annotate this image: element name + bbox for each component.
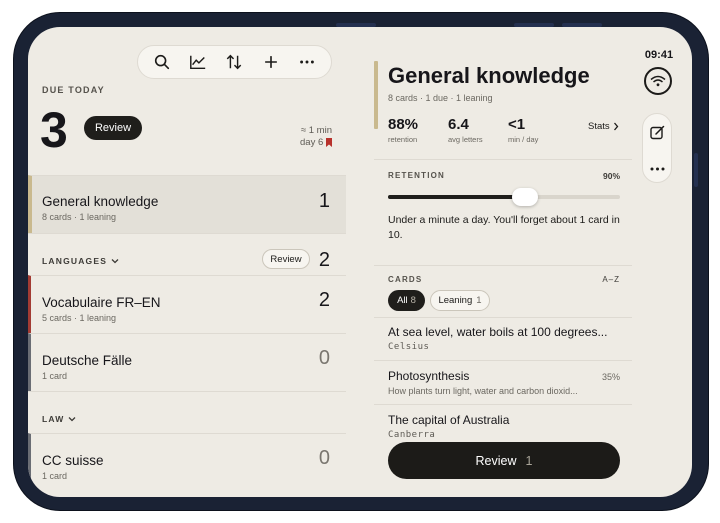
filter-label: All: [397, 295, 408, 306]
divider: [374, 265, 632, 266]
app-screen: DUE TODAY 3 Review ≈ 1 min day 6 General…: [28, 27, 692, 497]
divider: [374, 360, 632, 361]
chevron-down-icon: [111, 259, 119, 264]
deck-title: Deutsche Fälle: [42, 353, 133, 368]
start-review-button[interactable]: Review 1: [388, 442, 620, 479]
retention-value: 90%: [602, 171, 620, 181]
bookmark-icon: [326, 138, 333, 147]
detail-title: General knowledge: [388, 63, 590, 88]
streak-day: day 6: [300, 137, 333, 148]
languages-review-button[interactable]: Review: [262, 249, 310, 269]
plus-icon[interactable]: [260, 51, 282, 73]
filter-leaning[interactable]: Leaning 1: [430, 290, 490, 311]
deck-subtitle: 1 card: [42, 471, 68, 481]
deck-row-general-knowledge[interactable]: General knowledge 8 cards · 1 leaning 1: [28, 175, 346, 233]
filter-count: 1: [476, 295, 482, 306]
more-icon[interactable]: [650, 159, 665, 177]
stat-label: avg letters: [448, 135, 483, 144]
section-languages-text: LANGUAGES: [42, 256, 108, 266]
retention-label: RETENTION: [388, 171, 446, 180]
divider: [374, 317, 632, 318]
deck-due-count: 1: [318, 190, 330, 212]
cards-label: CARDS: [388, 275, 423, 284]
stat-value: <1: [508, 116, 526, 133]
device-button: [694, 153, 698, 187]
card-leaning-pct: 35%: [601, 372, 620, 382]
chevron-right-icon: [613, 122, 619, 131]
deck-title: General knowledge: [42, 194, 159, 209]
stats-link[interactable]: Stats: [588, 121, 619, 132]
detail-meta: 8 cards · 1 due · 1 leaning: [388, 93, 493, 103]
retention-slider-fill: [388, 195, 525, 199]
side-actions: [642, 113, 672, 183]
deck-due-count: 0: [318, 447, 330, 469]
stats-link-label: Stats: [588, 121, 610, 132]
deck-title: CC suisse: [42, 453, 104, 468]
deck-subtitle: 1 card: [42, 371, 68, 381]
stat-retention: 88% retention: [388, 116, 418, 144]
retention-slider-track[interactable]: [388, 188, 620, 206]
card-item[interactable]: The capital of Australia Canberra: [388, 413, 628, 440]
chevron-down-icon: [69, 417, 76, 422]
wifi-icon: [644, 67, 672, 95]
card-item[interactable]: At sea level, water boils at 100 degrees…: [388, 325, 628, 352]
time-estimate: ≈ 1 min: [300, 125, 332, 136]
filter-count: 8: [410, 295, 416, 306]
chart-icon[interactable]: [187, 51, 209, 73]
card-item[interactable]: Photosynthesis How plants turn light, wa…: [388, 369, 628, 396]
section-due-count: 2: [318, 249, 330, 271]
divider: [374, 159, 632, 160]
search-icon[interactable]: [151, 51, 173, 73]
review-button-count: 1: [525, 453, 533, 468]
section-law-label[interactable]: LAW: [42, 414, 76, 424]
deck-due-count: 2: [318, 289, 330, 311]
deck-row-vocabulaire[interactable]: Vocabulaire FR–EN 5 cards · 1 leaning 2: [28, 275, 346, 333]
card-answer: Celsius: [388, 342, 430, 352]
stat-avg-letters: 6.4 avg letters: [448, 116, 483, 144]
stat-value: 88%: [388, 116, 419, 133]
sort-icon[interactable]: [223, 51, 245, 73]
card-question: At sea level, water boils at 100 degrees…: [388, 325, 608, 339]
more-icon[interactable]: [296, 51, 318, 73]
toolbar: [137, 45, 332, 79]
cards-sort[interactable]: A–Z: [602, 275, 620, 284]
retention-note: Under a minute a day. You'll forget abou…: [388, 214, 620, 241]
section-languages-label[interactable]: LANGUAGES: [42, 256, 119, 266]
card-question: The capital of Australia: [388, 413, 510, 427]
card-answer: How plants turn light, water and carbon …: [388, 386, 578, 396]
deck-subtitle: 8 cards · 1 leaning: [42, 212, 117, 222]
review-button-label: Review: [475, 453, 517, 468]
detail-accent-bar: [374, 61, 378, 129]
deck-due-count: 0: [318, 347, 330, 369]
section-law[interactable]: LAW: [28, 391, 346, 433]
due-today-label: DUE TODAY: [42, 85, 105, 95]
due-count: 3: [40, 102, 68, 158]
deck-row-deutsche-faelle[interactable]: Deutsche Fälle 1 card 0: [28, 333, 346, 391]
card-question: Photosynthesis: [388, 369, 470, 383]
section-languages[interactable]: LANGUAGES Review 2: [28, 233, 346, 275]
status-time: 09:41: [644, 49, 674, 61]
deck-subtitle: 5 cards · 1 leaning: [42, 313, 117, 323]
divider: [374, 404, 632, 405]
edit-icon[interactable]: [650, 125, 665, 145]
section-law-text: LAW: [42, 414, 65, 424]
deck-title: Vocabulaire FR–EN: [42, 295, 161, 310]
stat-label: min / day: [508, 135, 539, 144]
stat-value: 6.4: [448, 116, 469, 133]
stat-min-per-day: <1 min / day: [508, 116, 538, 144]
deck-row-cc-suisse[interactable]: CC suisse 1 card 0: [28, 433, 346, 497]
card-answer: Canberra: [388, 430, 436, 440]
retention-slider-knob[interactable]: [512, 188, 538, 206]
filter-all[interactable]: All 8: [388, 290, 425, 311]
review-button[interactable]: Review: [84, 116, 142, 140]
streak-day-label: day 6: [300, 137, 324, 148]
filter-label: Leaning: [438, 295, 473, 306]
stat-label: retention: [388, 135, 418, 144]
